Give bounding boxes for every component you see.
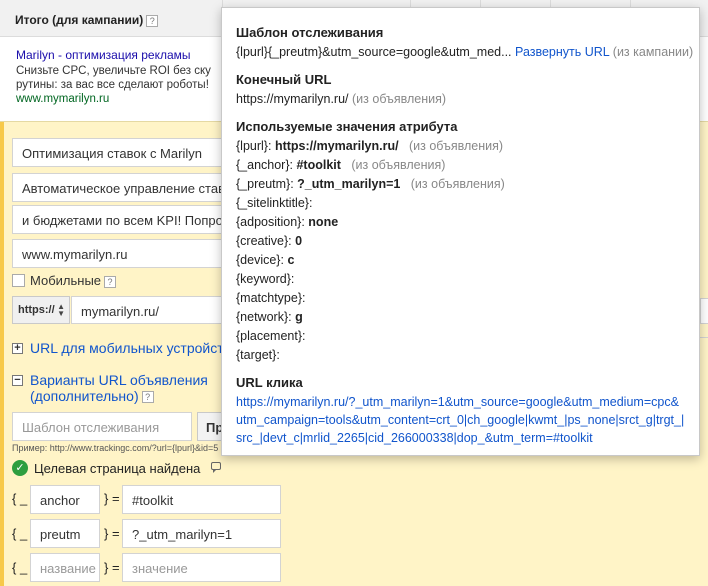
attr-row: {target}: (236, 346, 685, 365)
tracking-section: Шаблон отслеживания {lpurl}{_preutm}&utm… (236, 25, 693, 62)
mobile-url-link[interactable]: URL для мобильных устройств (30, 340, 231, 356)
attr-key: {network}: (236, 310, 292, 324)
column-title: Итого (для кампании)? (15, 13, 159, 27)
expand-url-link[interactable]: Развернуть URL (515, 45, 609, 59)
attrs-list: {lpurl}: https://mymarilyn.ru/ (из объяв… (236, 137, 685, 365)
attr-row: {lpurl}: https://mymarilyn.ru/ (из объяв… (236, 137, 685, 156)
param-value-input[interactable]: ?_utm_marilyn=1 (122, 519, 281, 548)
attr-row: {adposition}: none (236, 213, 685, 232)
attr-row: {placement}: (236, 327, 685, 346)
ad-description-1: Снизьте CPC, увеличьте ROI без ску (16, 65, 211, 77)
attr-key: {matchtype}: (236, 291, 306, 305)
tracking-heading: Шаблон отслеживания (236, 25, 384, 40)
param-open-brace: { _ (12, 526, 28, 541)
collapse-icon[interactable]: − (12, 375, 23, 386)
attr-key: {_sitelinktitle}: (236, 196, 313, 210)
final-url-row: https://mymarilyn.ru/ (из объявления) (236, 90, 685, 109)
protocol-select[interactable]: https://▲ ▼ (12, 296, 70, 324)
help-icon[interactable]: ? (146, 14, 159, 27)
attr-key: {_preutm}: (236, 177, 294, 191)
attr-row: {_sitelinktitle}: (236, 194, 685, 213)
attr-value: 0 (295, 234, 303, 248)
tracking-value-row: {lpurl}{_preutm}&utm_source=google&utm_m… (236, 43, 693, 62)
attr-value: https://mymarilyn.ru/ (274, 139, 399, 153)
param-open-brace: { _ (12, 491, 28, 506)
url-details-popup: Шаблон отслеживания {lpurl}{_preutm}&utm… (221, 7, 700, 456)
updown-arrows-icon: ▲ ▼ (57, 302, 65, 318)
click-url-section: URL клика https://mymarilyn.ru/?_utm_mar… (236, 375, 685, 447)
attr-key: {adposition}: (236, 215, 305, 229)
tracking-template-input[interactable]: Шаблон отслеживания (12, 412, 192, 441)
attr-row: {creative}: 0 (236, 232, 685, 251)
attr-row: {matchtype}: (236, 289, 685, 308)
param-name-input[interactable]: anchor (30, 485, 100, 514)
help-icon[interactable]: ? (104, 275, 117, 288)
source-note: (из объявления) (351, 158, 446, 172)
attr-value: none (308, 215, 339, 229)
param-close-brace: } = (104, 560, 120, 575)
attr-key: {keyword}: (236, 272, 295, 286)
source-note: (из объявления) (352, 92, 447, 106)
attr-row: {keyword}: (236, 270, 685, 289)
attr-value: g (295, 310, 303, 324)
landing-found-status: Целевая страница найдена (34, 461, 201, 476)
attr-row: {_preutm}: ?_utm_marilyn=1 (из объявлени… (236, 175, 685, 194)
attr-row: {network}: g (236, 308, 685, 327)
url-options-link[interactable]: Варианты URL объявления (30, 372, 208, 388)
tracking-example: Пример: http://www.trackingc.com/?url={l… (12, 443, 219, 453)
param-name-input[interactable]: название (30, 553, 100, 582)
attr-row: {_anchor}: #toolkit (из объявления) (236, 156, 685, 175)
attrs-heading: Используемые значения атрибута (236, 119, 458, 134)
mobile-checkbox[interactable] (12, 274, 25, 287)
final-url-heading: Конечный URL (236, 72, 332, 87)
attr-key: {lpurl}: (236, 139, 272, 153)
param-value-input[interactable]: #toolkit (122, 485, 281, 514)
click-url-value[interactable]: https://mymarilyn.ru/?_utm_marilyn=1&utm… (236, 393, 685, 447)
attr-key: {creative}: (236, 234, 292, 248)
attr-key: {target}: (236, 348, 280, 362)
attr-key: {device}: (236, 253, 284, 267)
attr-value: #toolkit (296, 158, 341, 172)
attr-row: {device}: c (236, 251, 685, 270)
final-url-section: Конечный URL https://mymarilyn.ru/ (из о… (236, 72, 685, 109)
speech-bubble-icon[interactable] (211, 462, 221, 473)
source-note: (из объявления) (410, 177, 505, 191)
param-name-input[interactable]: preutm (30, 519, 100, 548)
ad-display-url: www.mymarilyn.ru (16, 93, 110, 105)
attr-key: {_anchor}: (236, 158, 293, 172)
tracking-value: {lpurl}{_preutm}&utm_source=google&utm_m… (236, 45, 512, 59)
checkmark-icon: ✓ (12, 460, 28, 476)
param-close-brace: } = (104, 526, 120, 541)
source-note: (из объявления) (409, 139, 504, 153)
url-options-link-sub[interactable]: (дополнительно)? (30, 388, 154, 404)
right-field-fragment (700, 298, 708, 324)
mobile-label: Мобильные? (30, 273, 117, 288)
ad-description-2: рутины: за вас все сделают роботы! (16, 79, 209, 91)
attr-value: ?_utm_marilyn=1 (297, 177, 401, 191)
help-icon[interactable]: ? (141, 391, 154, 404)
panel-accent (0, 122, 4, 586)
source-note: (из кампании) (612, 45, 694, 59)
click-url-heading: URL клика (236, 375, 303, 390)
param-open-brace: { _ (12, 560, 28, 575)
param-value-input[interactable]: значение (122, 553, 281, 582)
ad-title[interactable]: Marilyn - оптимизация рекламы (16, 48, 191, 62)
attrs-section: Используемые значения атрибута {lpurl}: … (236, 119, 685, 365)
final-url-value: https://mymarilyn.ru/ (236, 92, 349, 106)
attr-value: c (287, 253, 295, 267)
param-close-brace: } = (104, 491, 120, 506)
divider (700, 337, 708, 338)
expand-icon[interactable]: + (12, 343, 23, 354)
attr-key: {placement}: (236, 329, 306, 343)
